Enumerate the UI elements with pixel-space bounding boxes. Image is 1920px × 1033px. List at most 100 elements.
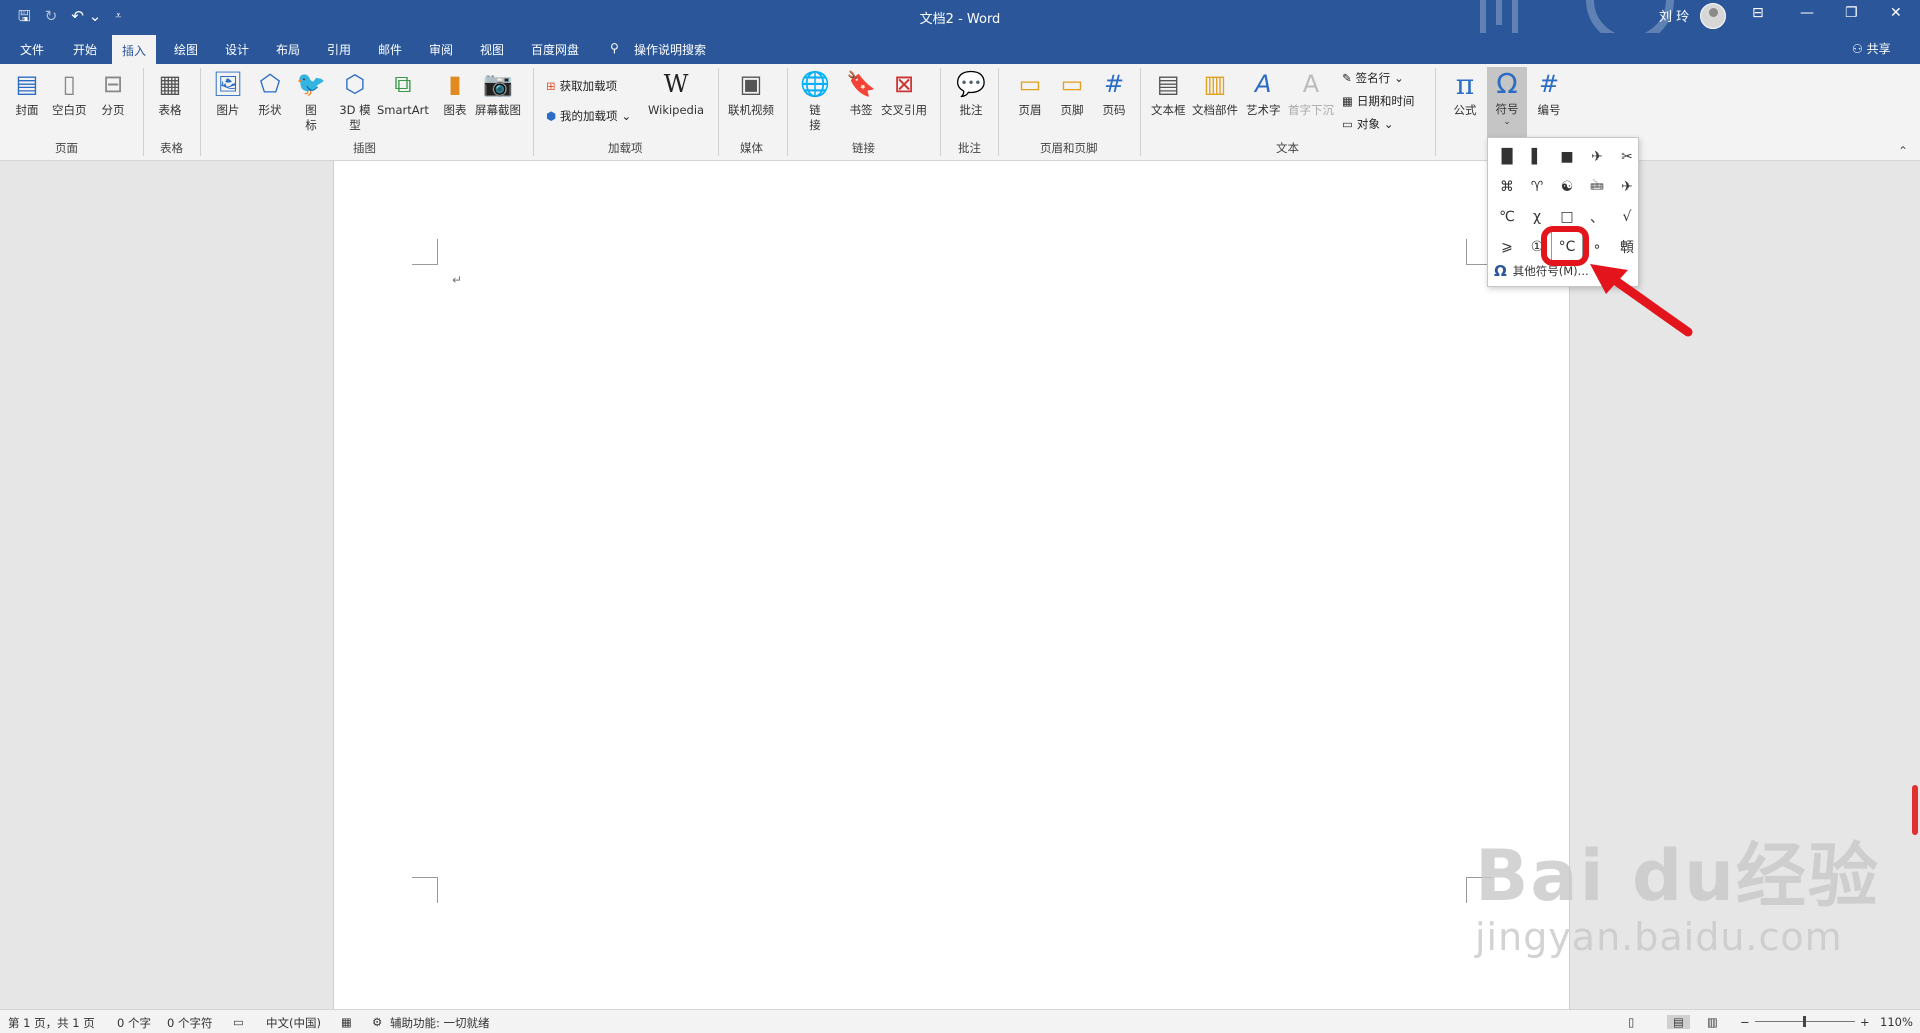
scrollbar-thumb[interactable] bbox=[1912, 785, 1918, 835]
print-layout-icon[interactable]: ▤ bbox=[1667, 1015, 1690, 1029]
header-button[interactable]: ▭ 页眉 bbox=[1015, 68, 1045, 118]
zoom-out-icon[interactable]: − bbox=[1740, 1015, 1750, 1029]
textbox-label: 文本框 bbox=[1151, 103, 1186, 117]
footer-button[interactable]: ▭ 页脚 bbox=[1057, 68, 1087, 118]
tab-references[interactable]: 引用 bbox=[321, 39, 357, 60]
chart-button[interactable]: ▮ 图表 bbox=[440, 68, 470, 118]
zoom-in-icon[interactable]: + bbox=[1860, 1015, 1870, 1029]
page-number-button[interactable]: # 页码 bbox=[1099, 68, 1129, 118]
document-page[interactable] bbox=[333, 161, 1570, 1009]
user-name[interactable]: 刘 玲 bbox=[1659, 6, 1689, 25]
page-count[interactable]: 第 1 页，共 1 页 bbox=[8, 1015, 95, 1031]
header-icon: ▭ bbox=[1018, 70, 1042, 98]
object-button[interactable]: ▭ 对象 ⌄ bbox=[1342, 116, 1394, 132]
symbol-cell[interactable]: √ bbox=[1612, 202, 1642, 232]
symbol-cell[interactable]: █ bbox=[1492, 142, 1522, 172]
bookmark-button[interactable]: 🔖 书签 bbox=[846, 68, 876, 118]
picture-button[interactable]: 🖼 图片 bbox=[213, 68, 243, 118]
person-icon: ⚇ bbox=[1852, 42, 1867, 56]
tab-view[interactable]: 视图 bbox=[474, 39, 510, 60]
tab-review[interactable]: 审阅 bbox=[423, 39, 459, 60]
symbol-cell[interactable]: ✈ bbox=[1582, 142, 1612, 172]
tab-file[interactable]: 文件 bbox=[14, 39, 50, 60]
screenshot-button[interactable]: 📷 屏幕截图 bbox=[475, 68, 521, 118]
collapse-ribbon-icon[interactable]: ⌃ bbox=[1898, 144, 1908, 158]
blank-page-button[interactable]: ▯ 空白页 bbox=[52, 68, 87, 118]
cross-reference-button[interactable]: ⊠ 交叉引用 bbox=[881, 68, 927, 118]
ribbon-display-icon[interactable]: ⊟ bbox=[1752, 5, 1764, 21]
tab-design[interactable]: 设计 bbox=[219, 39, 255, 60]
icons-label: 图标 bbox=[305, 103, 317, 132]
zoom-level[interactable]: 110% bbox=[1880, 1015, 1913, 1029]
signature-line-button[interactable]: ✎ 签名行 ⌄ bbox=[1342, 70, 1404, 86]
my-addins-button[interactable]: ⬢ 我的加载项 ⌄ bbox=[546, 108, 631, 124]
avatar[interactable] bbox=[1700, 3, 1726, 29]
cover-button[interactable]: ▤ 封面 bbox=[12, 68, 42, 118]
table-button[interactable]: ▦ 表格 bbox=[155, 68, 185, 118]
tab-layout[interactable]: 布局 bbox=[270, 39, 306, 60]
group-tables: 表格 bbox=[160, 141, 183, 155]
zoom-slider-thumb[interactable] bbox=[1803, 1016, 1806, 1027]
3d-models-button[interactable]: ⬡ 3D 模型 bbox=[335, 68, 375, 133]
symbol-cell[interactable]: ⌘ bbox=[1492, 172, 1522, 202]
equation-button[interactable]: π 公式 bbox=[1450, 68, 1480, 118]
smartart-label: SmartArt bbox=[377, 103, 429, 117]
tab-home[interactable]: 开始 bbox=[67, 39, 103, 60]
read-mode-icon[interactable]: ▯ bbox=[1628, 1015, 1634, 1029]
language[interactable]: 中文(中国) bbox=[266, 1015, 321, 1031]
symbol-cell[interactable]: ℃ bbox=[1492, 202, 1522, 232]
minimize-icon[interactable]: — bbox=[1800, 5, 1814, 21]
shapes-icon: ⬠ bbox=[259, 70, 281, 98]
char-count[interactable]: 0 个字符 bbox=[167, 1015, 212, 1031]
group-pages: 页面 bbox=[55, 141, 78, 155]
quick-parts-label: 文档部件 bbox=[1192, 103, 1238, 117]
online-video-button[interactable]: ▣ 联机视频 bbox=[728, 68, 774, 118]
web-layout-icon[interactable]: ▥ bbox=[1707, 1015, 1718, 1029]
close-icon[interactable]: ✕ bbox=[1890, 5, 1902, 21]
link-button[interactable]: 🌐 链接 bbox=[800, 68, 830, 133]
word-count[interactable]: 0 个字 bbox=[117, 1015, 151, 1031]
comment-button[interactable]: 💬 批注 bbox=[956, 68, 986, 118]
group-separator bbox=[787, 68, 788, 156]
tab-baidu-netdisk[interactable]: 百度网盘 bbox=[525, 39, 585, 60]
quick-parts-button[interactable]: ▥ 文档部件 bbox=[1192, 68, 1238, 118]
symbol-cell[interactable]: 🖮 bbox=[1582, 172, 1612, 202]
tab-draw[interactable]: 绘图 bbox=[168, 39, 204, 60]
date-time-button[interactable]: ▦ 日期和时间 bbox=[1342, 93, 1414, 109]
macro-icon[interactable]: ▦ bbox=[341, 1015, 352, 1029]
share-button[interactable]: ⚇ 共享 bbox=[1852, 40, 1891, 57]
symbol-cell[interactable]: 、 bbox=[1582, 202, 1612, 232]
number-button[interactable]: # 编号 bbox=[1534, 68, 1564, 118]
get-addins-button[interactable]: ⊞ 获取加载项 bbox=[546, 78, 617, 94]
tell-me-icon[interactable]: ⚲ bbox=[604, 39, 625, 57]
group-separator bbox=[143, 68, 144, 156]
textbox-button[interactable]: ▤ 文本框 bbox=[1151, 68, 1186, 118]
symbol-cell[interactable]: ■ bbox=[1552, 142, 1582, 172]
tab-insert[interactable]: 插入 bbox=[112, 35, 156, 64]
symbol-cell[interactable]: ⩾ bbox=[1492, 232, 1522, 262]
symbol-cell[interactable]: ✈ bbox=[1612, 172, 1642, 202]
textbox-icon: ▤ bbox=[1156, 70, 1180, 98]
symbol-cell[interactable]: ▌ bbox=[1522, 142, 1552, 172]
symbol-cell[interactable]: ♈ bbox=[1522, 172, 1552, 202]
symbol-cell[interactable]: ☯ bbox=[1552, 172, 1582, 202]
tell-me-search[interactable]: 操作说明搜索 bbox=[628, 39, 712, 60]
cover-icon: ▤ bbox=[15, 70, 39, 98]
symbol-button[interactable]: Ω 符号 ⌄ bbox=[1487, 67, 1527, 137]
tab-mailings[interactable]: 邮件 bbox=[372, 39, 408, 60]
wordart-button[interactable]: A 艺术字 bbox=[1246, 68, 1281, 118]
page-break-button[interactable]: ⊟ 分页 bbox=[98, 68, 128, 118]
wikipedia-icon: W bbox=[663, 70, 689, 98]
drop-cap-button[interactable]: A 首字下沉 bbox=[1288, 68, 1334, 118]
wikipedia-button[interactable]: W Wikipedia bbox=[648, 68, 704, 118]
smartart-button[interactable]: ⧉ SmartArt bbox=[377, 68, 429, 118]
accessibility-status[interactable]: 辅助功能: 一切就绪 bbox=[390, 1015, 490, 1031]
restore-icon[interactable]: ❐ bbox=[1845, 5, 1858, 21]
group-links: 链接 bbox=[852, 141, 875, 155]
shapes-button[interactable]: ⬠ 形状 bbox=[255, 68, 285, 118]
symbol-cell[interactable]: 䫌 bbox=[1612, 232, 1642, 262]
proofing-icon[interactable]: ▭ bbox=[233, 1015, 244, 1029]
signature-icon: ✎ bbox=[1342, 71, 1352, 85]
icons-button[interactable]: 🐦 图标 bbox=[296, 68, 326, 133]
symbol-cell[interactable]: ✂ bbox=[1612, 142, 1642, 172]
